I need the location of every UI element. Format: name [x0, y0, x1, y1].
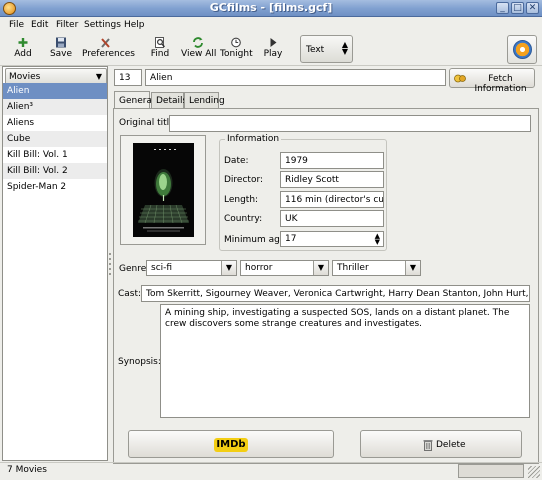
find-button[interactable]: Find: [147, 36, 173, 64]
tab-lending[interactable]: Lending: [184, 92, 225, 109]
find-label: Find: [150, 49, 170, 59]
fetch-information-button[interactable]: Fetch Information: [449, 68, 535, 94]
delete-label: Delete: [436, 440, 466, 450]
country-label: Country:: [224, 214, 263, 224]
play-button[interactable]: Play: [262, 36, 284, 64]
minimum-age-spinner[interactable]: 17 ▲ ▼: [280, 231, 384, 247]
genre-label: Genre:: [119, 264, 150, 274]
play-label: Play: [263, 49, 283, 59]
resize-grip[interactable]: [528, 466, 540, 478]
preferences-label: Preferences: [82, 49, 135, 59]
genre-value-3: Thriller: [337, 263, 369, 273]
movie-list-item[interactable]: Kill Bill: Vol. 1: [3, 147, 107, 163]
cast-field[interactable]: Tom Skerritt, Sigourney Weaver, Veronica…: [141, 285, 530, 302]
fetch-information-label: Fetch Information: [474, 74, 527, 94]
gcfilms-logo-button[interactable]: [507, 35, 537, 64]
movie-id-field[interactable]: 13: [114, 69, 142, 86]
spin-arrows-icon: ▲ ▼: [341, 40, 348, 56]
menu-settings[interactable]: Settings: [84, 20, 121, 30]
director-label: Director:: [224, 175, 264, 185]
menu-filter[interactable]: Filter: [56, 20, 78, 30]
genre-select-2[interactable]: horror ▼: [240, 260, 329, 276]
display-mode-select[interactable]: Text ▲ ▼: [300, 35, 353, 63]
preferences-button[interactable]: Preferences: [82, 36, 135, 64]
genre-select-1[interactable]: sci-fi ▼: [146, 260, 237, 276]
fetch-icon: [454, 74, 466, 83]
imdb-button[interactable]: IMDb: [128, 430, 334, 458]
tab-general[interactable]: General: [114, 91, 154, 109]
movie-title-field[interactable]: Alien: [145, 69, 446, 86]
tab-details[interactable]: Details: [151, 92, 187, 109]
genre-value-1: sci-fi: [151, 263, 173, 273]
chevron-down-icon: ▼: [221, 261, 236, 275]
length-field[interactable]: 116 min (director's cut): [280, 191, 384, 208]
menu-bar: File Edit Filter Settings Help: [0, 17, 542, 34]
information-group-title: Information: [225, 134, 282, 144]
minimum-age-value: 17: [285, 234, 297, 244]
spin-arrows-icon[interactable]: ▲ ▼: [375, 233, 380, 246]
status-text: 7 Movies: [7, 465, 47, 475]
chevron-down-icon: ▼: [313, 261, 328, 275]
clock-icon: [231, 37, 241, 48]
pane-splitter[interactable]: [109, 250, 112, 278]
menu-edit[interactable]: Edit: [31, 20, 48, 30]
display-mode-value: Text: [306, 45, 325, 55]
menu-help[interactable]: Help: [124, 20, 145, 30]
chevron-down-icon: ▼: [405, 261, 420, 275]
movie-list-item[interactable]: Alien: [3, 83, 107, 99]
movie-list-panel: Movies ▼ Alien Alien³ Aliens Cube Kill Bill:…: [2, 66, 108, 461]
play-icon: [270, 38, 277, 47]
cast-label: Cast:: [118, 289, 142, 299]
view-all-button[interactable]: View All: [181, 36, 217, 64]
date-label: Date:: [224, 156, 249, 166]
delete-button[interactable]: Delete: [360, 430, 522, 458]
view-all-label: View All: [181, 49, 217, 59]
add-icon: [18, 38, 28, 47]
close-button[interactable]: ✕: [526, 2, 539, 14]
length-label: Length:: [224, 195, 259, 205]
tonight-label: Tonight: [220, 49, 253, 59]
country-field[interactable]: UK: [280, 210, 384, 227]
find-icon: [155, 37, 166, 48]
tools-icon: [101, 38, 110, 48]
status-bar: 7 Movies: [0, 462, 542, 480]
window-title: GCfilms - [films.gcf]: [209, 1, 333, 14]
movie-list-item[interactable]: Cube: [3, 131, 107, 147]
group-by-value: Movies: [9, 72, 41, 82]
menu-file[interactable]: File: [9, 20, 24, 30]
genre-value-2: horror: [245, 263, 273, 273]
refresh-icon: [193, 37, 203, 48]
save-label: Save: [49, 49, 73, 59]
minimize-button[interactable]: _: [496, 2, 509, 14]
poster-frame[interactable]: [120, 135, 206, 245]
movie-list: Alien Alien³ Aliens Cube Kill Bill: Vol. 1 Ki…: [3, 83, 107, 195]
add-label: Add: [14, 49, 32, 59]
director-field[interactable]: Ridley Scott: [280, 171, 384, 188]
chevron-down-icon: ▼: [95, 72, 102, 81]
synopsis-label: Synopsis:: [118, 357, 161, 367]
movie-list-item[interactable]: Alien³: [3, 99, 107, 115]
imdb-logo: IMDb: [214, 438, 248, 452]
synopsis-textarea[interactable]: A mining ship, investigating a suspected…: [160, 304, 530, 418]
maximize-button[interactable]: □: [511, 2, 524, 14]
toolbar: Add Save Preferences Find View All Tonig…: [0, 34, 542, 66]
movie-list-item[interactable]: Spider-Man 2: [3, 179, 107, 195]
film-reel-icon: [513, 40, 532, 59]
minimum-age-label: Minimum age:: [224, 235, 289, 245]
original-title-field[interactable]: [169, 115, 531, 132]
add-button[interactable]: Add: [9, 36, 37, 64]
progress-bar: [458, 464, 524, 478]
tonight-button[interactable]: Tonight: [220, 36, 253, 64]
save-button[interactable]: Save: [47, 36, 75, 64]
title-bar: GCfilms - [films.gcf] _ □ ✕: [0, 0, 542, 17]
date-field[interactable]: 1979: [280, 152, 384, 169]
movie-list-item[interactable]: Aliens: [3, 115, 107, 131]
alien-poster-image: [133, 143, 194, 237]
genre-select-3[interactable]: Thriller ▼: [332, 260, 421, 276]
movie-list-item[interactable]: Kill Bill: Vol. 2: [3, 163, 107, 179]
floppy-icon: [56, 37, 66, 48]
trash-icon: [423, 440, 433, 451]
